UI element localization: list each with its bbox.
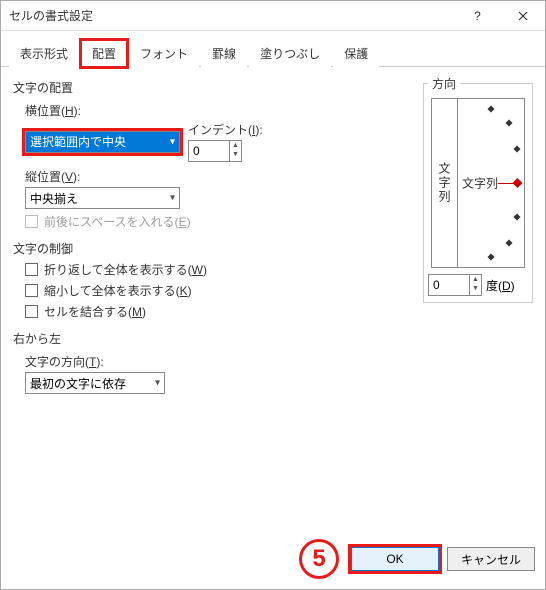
checkbox-icon — [25, 305, 38, 318]
cancel-button[interactable]: キャンセル — [447, 547, 535, 571]
orientation-vertical-text[interactable]: 文字列 — [432, 99, 458, 267]
dialog-title: セルの書式設定 — [9, 7, 455, 24]
orientation-dial[interactable]: 文字列 文字列 — [431, 98, 525, 268]
checkbox-icon — [25, 263, 38, 276]
tab-protection[interactable]: 保護 — [333, 40, 379, 67]
label-indent: インデント(I): — [188, 121, 263, 138]
label-degree: 度(D) — [486, 277, 515, 294]
chevron-down-icon: ▼ — [470, 284, 481, 293]
ok-button[interactable]: OK — [351, 547, 439, 571]
dialog-window: セルの書式設定 ? 表示形式 配置 フォント 罫線 塗りつぶし 保護 文字の配置… — [0, 0, 546, 590]
tab-number[interactable]: 表示形式 — [9, 40, 79, 67]
chevron-up-icon: ▲ — [470, 275, 481, 284]
dialog-footer: 5 OK キャンセル — [11, 539, 535, 579]
chevron-down-icon: ▾ — [155, 378, 160, 389]
horizontal-align-select[interactable]: 選択範囲内で中央 ▾ — [25, 131, 180, 153]
checkbox-icon — [25, 215, 38, 228]
checkbox-wrap[interactable]: 折り返して全体を表示する(W) — [25, 261, 413, 278]
checkbox-merge[interactable]: セルを結合する(M) — [25, 303, 413, 320]
titlebar: セルの書式設定 ? — [1, 1, 545, 31]
orientation-horiz-text: 文字列 — [462, 175, 498, 192]
label-horizontal: 横位置(H): — [25, 102, 413, 119]
tab-alignment[interactable]: 配置 — [81, 40, 127, 67]
checkbox-icon — [25, 284, 38, 297]
group-rtl: 右から左 — [13, 330, 413, 347]
close-icon — [518, 11, 528, 21]
chevron-down-icon: ▾ — [170, 136, 175, 147]
group-text-control: 文字の制御 — [13, 240, 413, 257]
indent-stepper[interactable]: 0 ▲▼ — [188, 140, 242, 162]
chevron-up-icon: ▲ — [230, 141, 241, 150]
checkbox-shrink[interactable]: 縮小して全体を表示する(K) — [25, 282, 413, 299]
annotation-step-5: 5 — [299, 539, 339, 579]
legend-orientation: 方向 — [428, 75, 460, 92]
tab-fill[interactable]: 塗りつぶし — [249, 40, 331, 67]
label-vertical: 縦位置(V): — [25, 168, 413, 185]
tab-bar: 表示形式 配置 フォント 罫線 塗りつぶし 保護 — [1, 31, 545, 67]
close-button[interactable] — [500, 1, 545, 30]
group-text-alignment: 文字の配置 — [13, 79, 413, 96]
degree-stepper[interactable]: 0 ▲▼ — [428, 274, 482, 296]
label-text-direction: 文字の方向(T): — [25, 353, 413, 370]
tab-border[interactable]: 罫線 — [201, 40, 247, 67]
chevron-down-icon: ▼ — [230, 150, 241, 159]
tab-font[interactable]: フォント — [129, 40, 199, 67]
help-button[interactable]: ? — [455, 1, 500, 30]
group-orientation: 方向 文字列 文字列 — [423, 75, 533, 303]
vertical-align-select[interactable]: 中央揃え ▾ — [25, 187, 180, 209]
checkbox-spacing: 前後にスペースを入れる(E) — [25, 213, 413, 230]
text-direction-select[interactable]: 最初の文字に依存 ▾ — [25, 372, 165, 394]
chevron-down-icon: ▾ — [170, 193, 175, 204]
